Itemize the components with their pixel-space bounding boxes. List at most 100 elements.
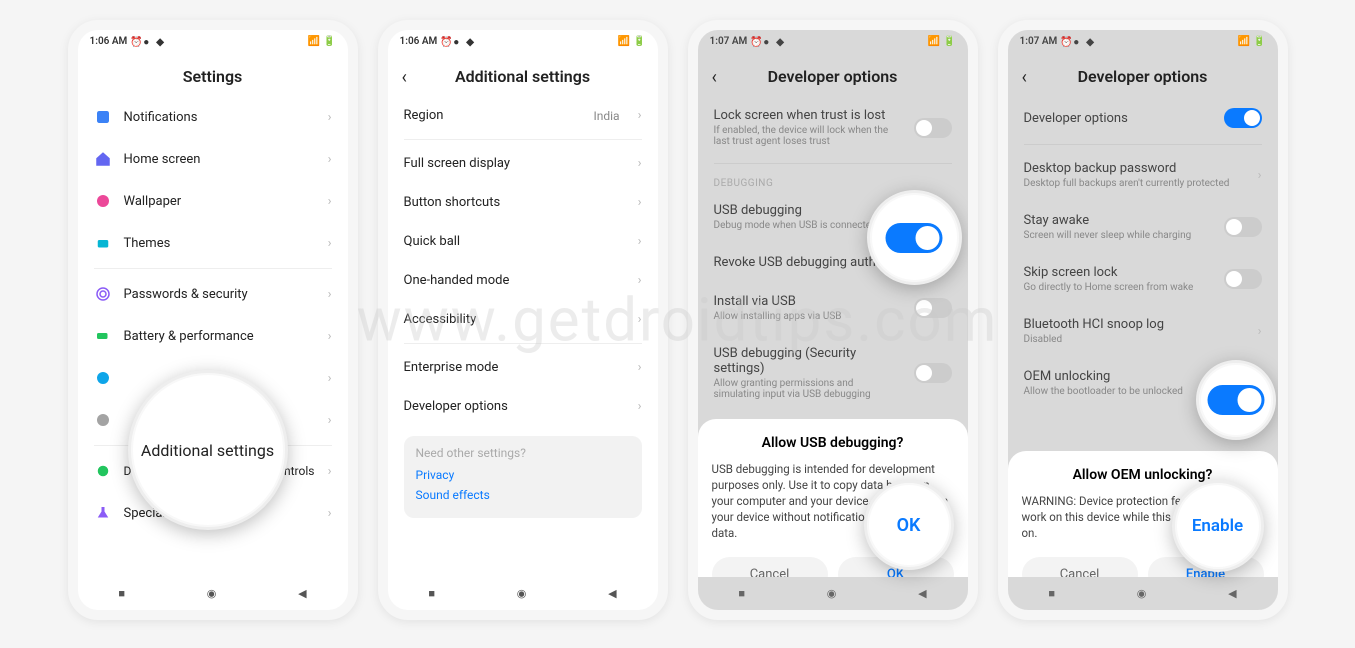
shield-icon: ◆: [776, 37, 786, 47]
alarm-icon: ⏰: [750, 37, 760, 47]
row-devopt[interactable]: Developer options: [1024, 96, 1262, 140]
row-battery[interactable]: Battery & performance›: [94, 315, 332, 357]
fingerprint-icon: [94, 285, 112, 303]
row-wallpaper[interactable]: Wallpaper›: [94, 180, 332, 222]
recents-icon[interactable]: ■: [738, 587, 745, 600]
row-sub: Allow installing apps via USB: [714, 311, 902, 322]
chevron-right-icon: ›: [328, 329, 332, 344]
chevron-right-icon: ›: [328, 287, 332, 302]
toggle[interactable]: [914, 363, 952, 383]
recents-icon[interactable]: ■: [428, 587, 435, 600]
row-bt[interactable]: Bluetooth HCI snoop logDisabled›: [1024, 305, 1262, 357]
divider: [94, 268, 332, 269]
row-themes[interactable]: Themes›: [94, 222, 332, 264]
clock: 1:07 AM: [1020, 36, 1058, 47]
globe-icon: [94, 411, 112, 429]
row-devopts[interactable]: Developer options›: [404, 387, 642, 426]
home-nav-icon[interactable]: ◉: [207, 587, 217, 600]
home-nav-icon[interactable]: ◉: [827, 587, 837, 600]
battery-icon: 🔋: [633, 36, 645, 47]
row-accessibility[interactable]: Accessibility›: [404, 300, 642, 339]
toggle[interactable]: [914, 118, 952, 138]
toggle[interactable]: [1224, 269, 1262, 289]
flask-icon: [94, 504, 112, 522]
home-nav-icon[interactable]: ◉: [517, 587, 527, 600]
row-region[interactable]: RegionIndia›: [404, 96, 642, 135]
divider: [404, 343, 642, 344]
alarm-icon: ⏰: [440, 37, 450, 47]
back-nav-icon[interactable]: ◀: [1228, 587, 1236, 600]
dot-icon: ●: [143, 37, 153, 47]
zoom-bubble-toggle: [1196, 360, 1276, 440]
row-lockscreen[interactable]: Lock screen when trust is lostIf enabled…: [714, 96, 952, 159]
row-fullscreen[interactable]: Full screen display›: [404, 144, 642, 183]
back-nav-icon[interactable]: ◀: [608, 587, 616, 600]
bell-icon: [94, 108, 112, 126]
toggle[interactable]: [914, 298, 952, 318]
clock: 1:07 AM: [710, 36, 748, 47]
row-value: India: [593, 109, 619, 123]
shield-icon: ◆: [156, 37, 166, 47]
row-enterprise[interactable]: Enterprise mode›: [404, 348, 642, 387]
row-notifications[interactable]: Notifications›: [94, 96, 332, 138]
home-nav-icon[interactable]: ◉: [1137, 587, 1147, 600]
chevron-right-icon: ›: [1258, 168, 1262, 183]
phone-oem: 1:07 AM ⏰●◆ 📶🔋 ‹ Developer options Devel…: [998, 20, 1288, 620]
row-label: Stay awake: [1024, 213, 1212, 228]
link-privacy[interactable]: Privacy: [416, 468, 630, 482]
row-skip[interactable]: Skip screen lockGo directly to Home scre…: [1024, 253, 1262, 305]
brush-icon: [94, 234, 112, 252]
battery-icon: 🔋: [323, 36, 335, 47]
dot-icon: ●: [1073, 37, 1083, 47]
row-label: One-handed mode: [404, 273, 626, 288]
clock: 1:06 AM: [90, 36, 128, 47]
toggle[interactable]: [1224, 108, 1262, 128]
chevron-right-icon: ›: [328, 152, 332, 167]
chevron-right-icon: ›: [638, 273, 642, 288]
chevron-right-icon: ›: [328, 413, 332, 428]
row-stay[interactable]: Stay awakeScreen will never sleep while …: [1024, 201, 1262, 253]
header: ‹ Additional settings: [388, 53, 658, 96]
row-label: Accessibility: [404, 312, 626, 327]
row-onehanded[interactable]: One-handed mode ›: [404, 261, 642, 300]
statusbar: 1:06 AM ⏰●◆ 📶🔋: [388, 30, 658, 53]
recents-icon[interactable]: ■: [118, 587, 125, 600]
row-label: Developer options: [404, 399, 626, 414]
clock: 1:06 AM: [400, 36, 438, 47]
recents-icon[interactable]: ■: [1048, 587, 1055, 600]
navbar: ■ ◉ ◀: [698, 577, 968, 610]
row-quickball[interactable]: Quick ball›: [404, 222, 642, 261]
toggle[interactable]: [1224, 217, 1262, 237]
dialog-title: Allow USB debugging?: [712, 435, 954, 451]
back-button[interactable]: ‹: [712, 67, 717, 88]
row-install[interactable]: Install via USB Allow installing apps via…: [714, 282, 952, 334]
row-sub: Desktop full backups aren't currently pr…: [1024, 178, 1246, 189]
row-usbsec[interactable]: USB debugging (Security settings)Allow g…: [714, 334, 952, 412]
back-button[interactable]: ‹: [1022, 67, 1027, 88]
row-shortcuts[interactable]: Button shortcuts›: [404, 183, 642, 222]
back-nav-icon[interactable]: ◀: [298, 587, 306, 600]
alarm-icon: ⏰: [130, 37, 140, 47]
battery-icon: 🔋: [943, 36, 955, 47]
row-home[interactable]: Home screen ›: [94, 138, 332, 180]
navbar: ■ ◉ ◀: [388, 577, 658, 610]
bubble-text: Additional settings: [141, 441, 274, 460]
chevron-right-icon: ›: [638, 360, 642, 375]
row-label: Developer options: [1024, 111, 1212, 126]
header: ‹ Developer options: [1008, 53, 1278, 96]
row-label: Install via USB: [714, 294, 902, 309]
back-button[interactable]: ‹: [402, 67, 407, 88]
back-nav-icon[interactable]: ◀: [918, 587, 926, 600]
row-label: Desktop backup password: [1024, 161, 1246, 176]
row-security[interactable]: Passwords & security›: [94, 273, 332, 315]
navbar: ■ ◉ ◀: [78, 577, 348, 610]
row-label: Skip screen lock: [1024, 265, 1212, 280]
link-sound[interactable]: Sound effects: [416, 488, 630, 502]
enable-zoom: Enable: [1175, 506, 1261, 546]
page-title: Settings: [78, 67, 348, 86]
dot-icon: ●: [763, 37, 773, 47]
row-desktop[interactable]: Desktop backup password Desktop full back…: [1024, 149, 1262, 201]
chevron-right-icon: ›: [1258, 324, 1262, 339]
row-label: Button shortcuts: [404, 195, 626, 210]
row-label: Home screen: [124, 152, 316, 167]
